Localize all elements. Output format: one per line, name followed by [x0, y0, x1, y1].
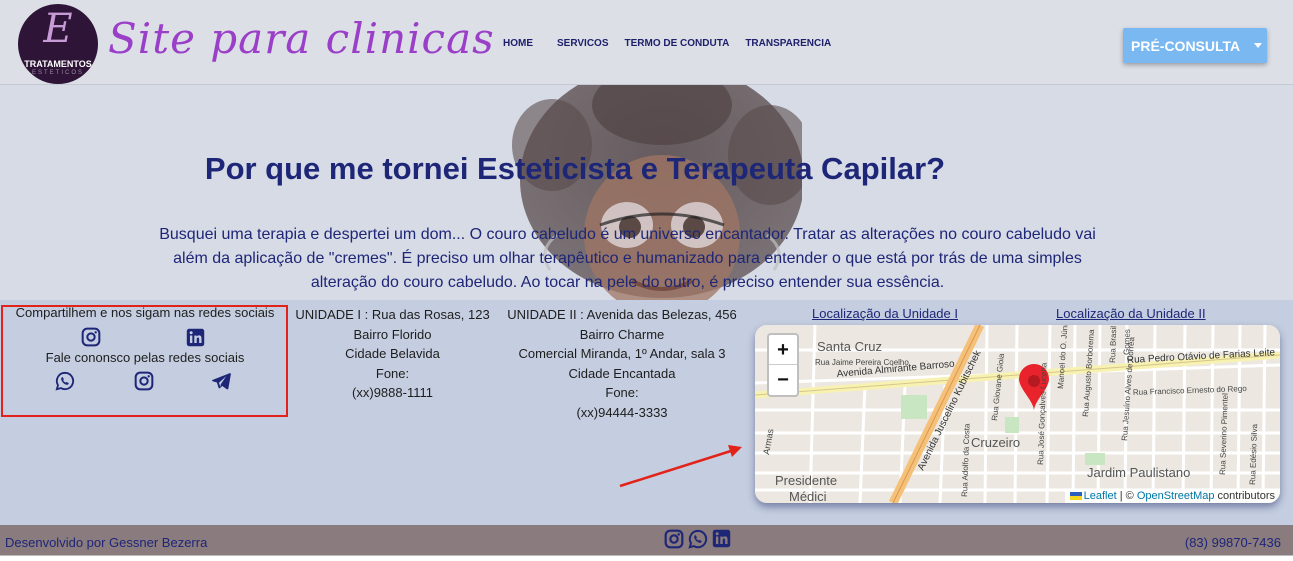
phone-line: (xx)9888-1111: [352, 385, 433, 400]
map-label: Jardim Paulistano: [1087, 465, 1190, 480]
openstreetmap-link[interactable]: OpenStreetMap: [1137, 490, 1215, 502]
attribution-separator: | ©: [1116, 490, 1137, 502]
caret-down-icon: [1254, 43, 1263, 48]
pre-consulta-dropdown-button[interactable]: PRÉ-CONSULTA: [1123, 28, 1267, 63]
unit-1-location-link[interactable]: Localização da Unidade I: [812, 306, 958, 321]
unit-1-address: UNIDADE I : Rua das Rosas, 123 Bairro Fl…: [290, 305, 495, 403]
address-line: Fone:: [605, 385, 639, 400]
ukraine-flag-icon: [1069, 492, 1082, 501]
contact-us-title: Fale cononsco pelas redes sociais: [45, 350, 245, 365]
zoom-out-button[interactable]: −: [769, 365, 797, 395]
whatsapp-icon[interactable]: [688, 529, 708, 554]
nav-home-link[interactable]: HOME: [503, 38, 533, 49]
telegram-icon[interactable]: [211, 372, 231, 390]
social-share-title: Compartilhem e nos sigam nas redes socia…: [15, 305, 275, 320]
map-label: Cruzeiro: [971, 435, 1020, 450]
instagram-icon[interactable]: [664, 529, 684, 554]
address-line: UNIDADE I : Rua das Rosas, 123: [295, 307, 490, 322]
map-label: Presidente: [775, 473, 837, 488]
map-label: Gomes: [1122, 329, 1132, 355]
phone-line: (xx)94444-3333: [576, 404, 668, 420]
main-nav: HOME SERVICOS TERMO DE CONDUTA TRANSPARE…: [503, 38, 847, 49]
pre-consulta-label: PRÉ-CONSULTA: [1131, 37, 1241, 54]
logo-subtext: ESTETICOS: [31, 70, 84, 76]
footer: Desenvolvido por Gessner Bezerra (83) 99…: [0, 525, 1293, 555]
instagram-icon[interactable]: [81, 327, 101, 347]
hero-paragraph: Busquei uma terapia e despertei um dom..…: [159, 226, 1096, 291]
map-label: Médici: [789, 489, 827, 503]
contact-section: Compartilhem e nos sigam nas redes socia…: [0, 300, 1293, 525]
address-line: Bairro Florido: [353, 326, 432, 342]
unit-2-address: UNIDADE II : Avenida das Belezas, 456 Ba…: [497, 305, 747, 422]
address-line: Comercial Miranda, 1º Andar, sala 3: [518, 346, 726, 361]
horizontal-scrollbar[interactable]: [0, 555, 1293, 561]
address-line: Bairro Charme: [579, 326, 665, 342]
map-label: Santa Cruz: [817, 339, 882, 354]
logo-letter: E: [43, 6, 73, 52]
address-line: Cidade Encantada: [568, 365, 676, 381]
map-zoom-control: + −: [767, 333, 799, 397]
top-navbar: E TRATAMENTOS ESTETICOS Site para clinic…: [0, 0, 1293, 85]
zoom-in-button[interactable]: +: [769, 335, 797, 365]
developer-credit: Desenvolvido por Gessner Bezerra: [5, 535, 208, 550]
address-line: UNIDADE II : Avenida das Belezas, 456: [507, 307, 737, 322]
red-arrow-annotation: [619, 445, 742, 488]
location-map[interactable]: Santa Cruz Rua Jaime Pereira Coelho Aven…: [755, 325, 1280, 503]
linkedin-icon[interactable]: [712, 529, 731, 554]
map-label: Rua Brasil: [1108, 326, 1118, 363]
linkedin-icon[interactable]: [186, 328, 205, 347]
logo[interactable]: E TRATAMENTOS ESTETICOS: [18, 4, 98, 84]
page: E TRATAMENTOS ESTETICOS Site para clinic…: [0, 0, 1293, 561]
nav-termo-de-conduta-link[interactable]: TERMO DE CONDUTA: [625, 38, 730, 49]
whatsapp-icon[interactable]: [55, 371, 75, 391]
attribution-tail: contributors: [1214, 490, 1275, 502]
brand-title[interactable]: Site para clinicas: [108, 14, 495, 63]
leaflet-link[interactable]: Leaflet: [1084, 490, 1117, 502]
map-attribution: Leaflet | © OpenStreetMap contributors: [1064, 489, 1280, 503]
address-line: Cidade Belavida: [345, 346, 440, 361]
unit-2-location-link[interactable]: Localização da Unidade II: [1056, 306, 1206, 321]
footer-social-icons: [664, 529, 731, 554]
nav-servicos-link[interactable]: SERVICOS: [557, 38, 609, 49]
address-line: Fone:: [375, 365, 410, 381]
hero-title: Por que me tornei Esteticista e Terapeut…: [204, 151, 946, 186]
hero-section: Por que me tornei Esteticista e Terapeut…: [0, 85, 1293, 300]
logo-text: TRATAMENTOS: [24, 59, 92, 69]
instagram-icon[interactable]: [134, 371, 154, 391]
map-tiles[interactable]: Santa Cruz Rua Jaime Pereira Coelho Aven…: [755, 325, 1280, 503]
nav-transparencia-link[interactable]: TRANSPARENCIA: [745, 38, 831, 49]
footer-phone[interactable]: (83) 99870-7436: [1185, 535, 1281, 550]
